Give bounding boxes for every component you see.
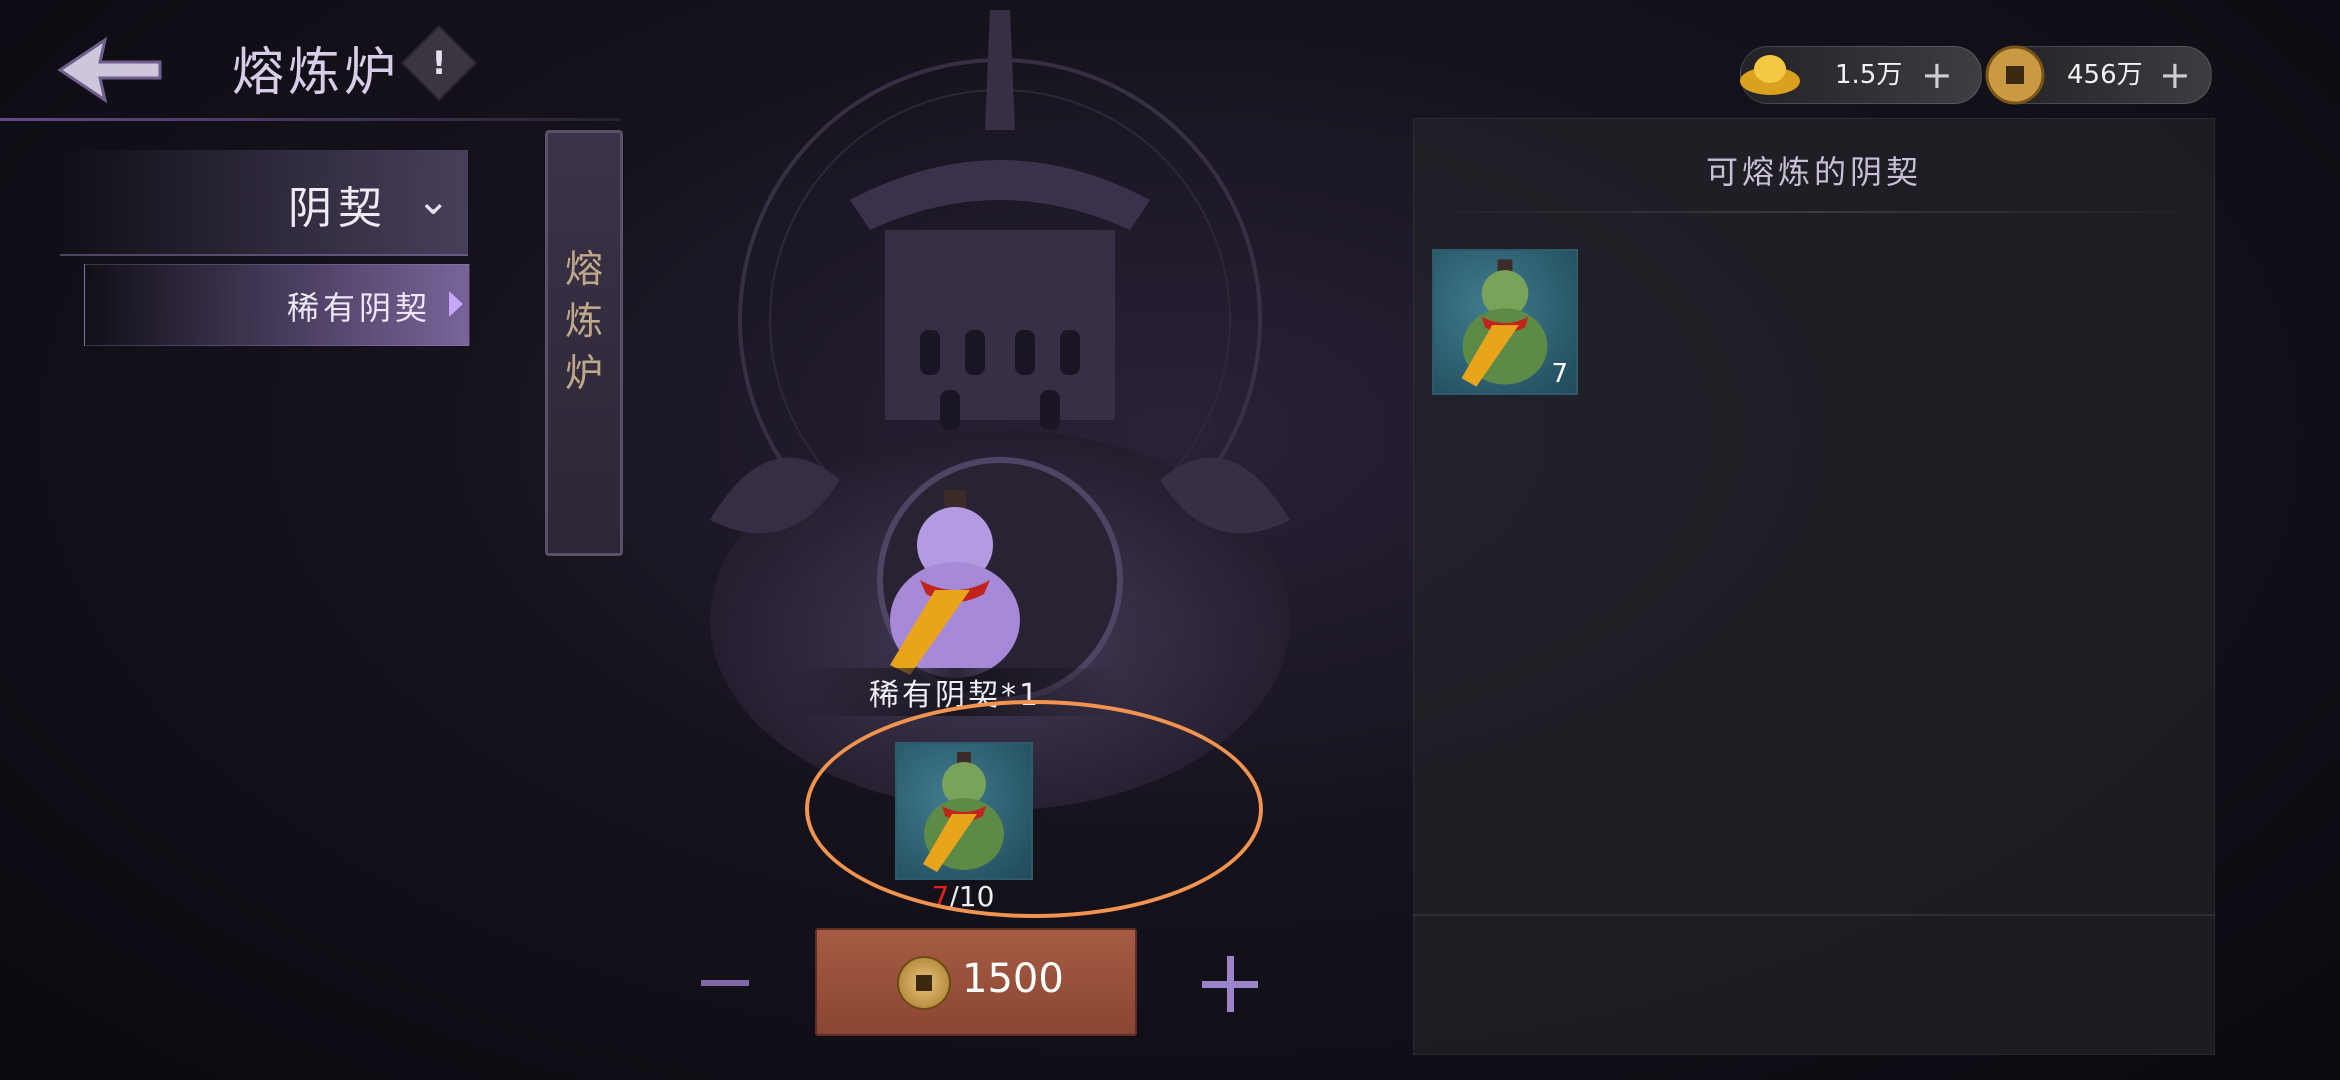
info-button[interactable]: ! <box>400 24 478 102</box>
rare-contract-gourd-icon <box>890 490 1020 678</box>
list-item[interactable]: 7 <box>1432 249 1578 395</box>
subcategory-item[interactable]: 稀有阴契 <box>84 264 470 346</box>
panel-bottom-divider <box>1414 914 2214 916</box>
banner-char-1: 熔 <box>564 247 603 291</box>
selected-arrow-icon <box>449 291 463 317</box>
subcategory-label: 稀有阴契 <box>286 289 431 327</box>
category-dropdown[interactable]: 阴契 ⌄ <box>60 150 468 256</box>
gold-currency-pill: 1.5万 + <box>1740 46 1982 104</box>
decrease-button[interactable] <box>695 952 755 1012</box>
header-divider <box>0 118 620 121</box>
info-icon: ! <box>431 44 447 82</box>
banner-text: 熔 炼 炉 <box>548 243 620 399</box>
coin-add-button[interactable]: + <box>2159 47 2191 103</box>
increase-button[interactable] <box>1198 952 1262 1016</box>
coin-currency-pill: 456万 + <box>1985 45 2212 105</box>
minus-icon <box>701 980 749 986</box>
highlight-circle <box>805 700 1263 918</box>
banner-char-3: 炉 <box>564 351 603 395</box>
copper-coin-icon <box>897 956 951 1010</box>
gold-amount: 1.5万 <box>1835 60 1903 90</box>
banner-char-2: 炼 <box>564 299 603 343</box>
back-arrow-icon <box>57 36 162 104</box>
copper-coin-icon <box>1985 45 2045 105</box>
smelt-cost: 1500 <box>962 956 1064 1002</box>
smeltable-list-panel: 可熔炼的阴契 7 <box>1413 118 2215 1055</box>
panel-title-divider <box>1414 211 2214 213</box>
gold-ingot-icon <box>1740 55 1800 95</box>
furnace-banner: 熔 炼 炉 <box>545 130 623 556</box>
smelt-button[interactable]: 1500 <box>815 928 1137 1036</box>
page-title: 熔炼炉 <box>232 43 401 103</box>
panel-title: 可熔炼的阴契 <box>1705 153 1922 191</box>
category-label: 阴契 <box>288 183 388 234</box>
item-count: 7 <box>1551 359 1568 389</box>
coin-amount: 456万 <box>2067 60 2143 90</box>
gold-add-button[interactable]: + <box>1921 47 1953 103</box>
back-button[interactable] <box>50 20 190 120</box>
chevron-down-icon: ⌄ <box>416 178 450 224</box>
